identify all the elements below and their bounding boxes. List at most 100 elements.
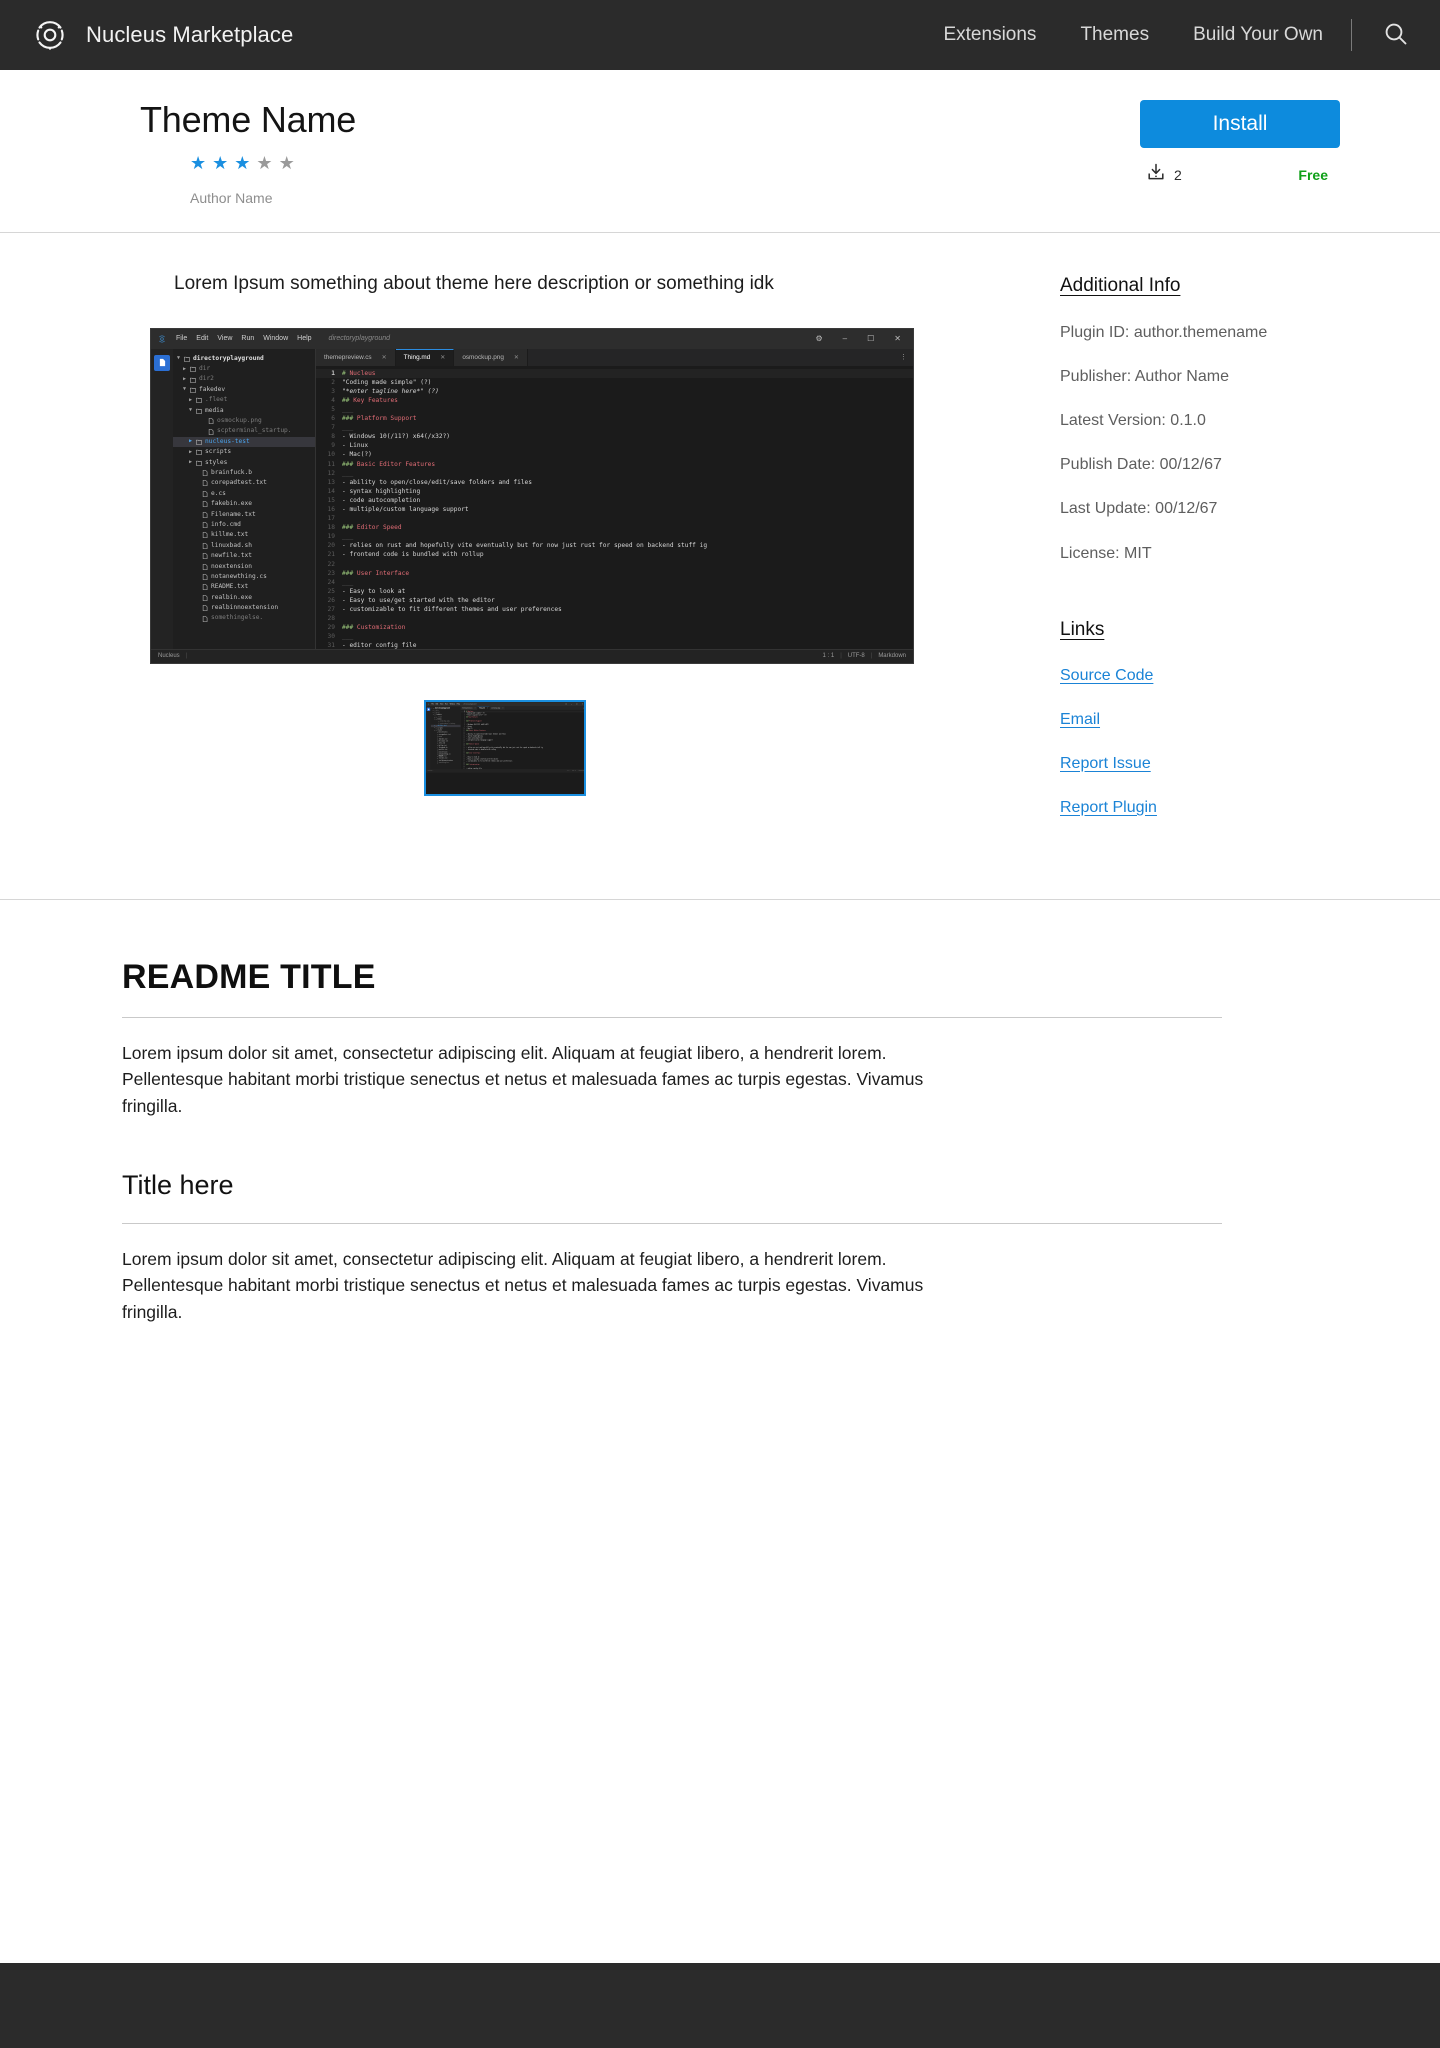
file-tree-item[interactable]: README.txt xyxy=(173,582,315,592)
tab-close-icon[interactable]: ✕ xyxy=(514,354,519,361)
install-meta-row: 2 Free xyxy=(1140,162,1332,187)
editor-menu-window[interactable]: Window xyxy=(263,335,288,342)
file-tree-item[interactable]: ▶ styles xyxy=(173,458,315,468)
file-tree-item[interactable]: fakebin.exe xyxy=(173,499,315,509)
settings-gear-icon[interactable]: ⚙ xyxy=(816,334,823,343)
code-line-number: 14 xyxy=(327,487,335,495)
link-report-issue[interactable]: Report Issue xyxy=(1060,755,1151,773)
file-tree-item[interactable]: ▶ dir2 xyxy=(173,374,315,384)
code-line-number: 28 xyxy=(327,615,335,623)
code-line-text: - editor config file xyxy=(466,767,482,769)
search-button[interactable] xyxy=(1380,19,1412,51)
editor-menu-help[interactable]: Help xyxy=(297,335,311,342)
file-tree-item-label: notanewthing.cs xyxy=(211,572,267,580)
file-tree-item[interactable]: notanewthing.cs xyxy=(173,572,315,582)
minimize-icon[interactable]: – xyxy=(843,334,847,343)
file-tree-item[interactable]: somethingelse. xyxy=(173,613,315,623)
file-tree-item[interactable]: ▶ nucleus-test xyxy=(173,436,315,448)
editor-file-tree[interactable]: ▼ directoryplayground ▶ dir ▶ dir2 ▼ fakedev ▶ .f… xyxy=(173,348,316,649)
maximize-icon[interactable]: ☐ xyxy=(867,334,874,343)
file-tree-item: realbin.exe xyxy=(431,757,461,759)
file-tree-item[interactable]: scpterminal_startup. xyxy=(173,426,315,436)
nav-link-themes[interactable]: Themes xyxy=(1080,24,1149,46)
file-tree-item[interactable]: killme.txt xyxy=(173,530,315,540)
file-tree-item[interactable]: realbin.exe xyxy=(173,593,315,603)
editor-menu-file[interactable]: File xyxy=(176,335,187,342)
file-icon xyxy=(437,751,439,753)
install-button[interactable]: Install xyxy=(1140,100,1340,148)
file-tree-item[interactable]: corepadtest.txt xyxy=(173,478,315,488)
overflow-menu-icon: ⋮ xyxy=(581,705,585,710)
chevron-down-icon[interactable]: ▼ xyxy=(177,356,181,361)
editor-tab[interactable]: osmockup.png ✕ xyxy=(454,348,528,366)
code-line-number: 24 xyxy=(327,578,335,586)
editor-tab[interactable]: themepreview.cs ✕ xyxy=(316,348,396,366)
code-line-number: 27 xyxy=(327,606,335,614)
editor-code-area[interactable]: 1 # Nucleus 2 "Coding made simple" (?) 3 "*en… xyxy=(316,365,913,649)
chevron-down-icon[interactable]: ▼ xyxy=(189,408,193,413)
chevron-right-icon[interactable]: ▶ xyxy=(189,449,193,455)
file-tree-item[interactable]: ▶ scripts xyxy=(173,447,315,457)
file-tree-item[interactable]: Filename.txt xyxy=(173,509,315,519)
code-line: 20 - relies on rust and hopefully vite ev… xyxy=(316,541,913,550)
brand-home-link[interactable]: Nucleus Marketplace xyxy=(30,15,293,55)
code-line: 8- Windows 10(/11?) x64(/x32?) xyxy=(461,724,584,726)
file-tree-item[interactable]: newfile.txt xyxy=(173,551,315,561)
file-tree-item-label: fakedev xyxy=(199,385,226,393)
file-tree-item[interactable]: ▶ dir xyxy=(173,364,315,374)
code-line-text: - Easy to look at xyxy=(342,587,406,595)
file-tree-item[interactable]: ▼ media xyxy=(173,406,315,416)
tab-close-icon[interactable]: ✕ xyxy=(440,354,445,361)
file-tree-item[interactable]: ▼ fakedev xyxy=(173,385,315,395)
code-line-text: "Coding made simple" (?) xyxy=(342,378,432,386)
file-tree-item[interactable]: osmockup.png xyxy=(173,416,315,426)
code-line-number: 17 xyxy=(463,740,465,743)
editor-tab[interactable]: Thing.md ✕ xyxy=(395,348,455,366)
editor-menu-run[interactable]: Run xyxy=(241,335,254,342)
file-tree-item[interactable]: noextension xyxy=(173,561,315,571)
thumbnail-editor-preview: File Edit View Run Window Help directory… xyxy=(426,701,585,772)
file-tree-item[interactable]: info.cmd xyxy=(173,520,315,530)
file-tree-item-label: realbinnoextension xyxy=(211,604,279,612)
search-icon xyxy=(1383,21,1409,50)
folder-icon xyxy=(435,725,437,727)
code-line: 16- multiple/custom language support xyxy=(461,739,584,741)
primary-nav: Extensions Themes Build Your Own xyxy=(943,19,1412,51)
file-tree-item-label: realbin.exe xyxy=(211,593,252,601)
code-line-number: 24 xyxy=(463,754,465,756)
chevron-down-icon: ▼ xyxy=(431,707,433,709)
explorer-icon[interactable] xyxy=(154,354,170,371)
file-tree-item[interactable]: linuxbad.sh xyxy=(173,541,315,551)
tab-close-icon[interactable]: ✕ xyxy=(382,354,387,361)
code-line: 11 ### Basic Editor Features xyxy=(316,460,913,469)
chevron-right-icon[interactable]: ▶ xyxy=(189,460,193,465)
chevron-right-icon[interactable]: ▶ xyxy=(189,397,193,403)
link-report-plugin[interactable]: Report Plugin xyxy=(1060,799,1157,817)
screenshot-thumbnail-1[interactable]: File Edit View Run Window Help directory… xyxy=(424,699,586,796)
link-source-code[interactable]: Source Code xyxy=(1060,667,1153,685)
nav-link-build-your-own[interactable]: Build Your Own xyxy=(1193,24,1323,46)
code-line-text: ___ xyxy=(342,533,354,541)
file-tree-item[interactable]: brainfuck.b xyxy=(173,468,315,478)
file-tree-item[interactable]: e.cs xyxy=(173,489,315,499)
chevron-right-icon[interactable]: ▶ xyxy=(189,439,193,444)
file-tree-item-label: somethingelse. xyxy=(211,614,264,622)
editor-menu-edit[interactable]: Edit xyxy=(196,335,208,342)
chevron-right-icon: ▶ xyxy=(434,726,435,729)
file-tree-item[interactable]: ▶ .fleet xyxy=(173,395,315,405)
code-line-number: 2 xyxy=(463,712,465,714)
nav-link-extensions[interactable]: Extensions xyxy=(943,24,1036,46)
file-tree-item[interactable]: realbinnoextension xyxy=(173,603,315,613)
editor-menu-view[interactable]: View xyxy=(217,335,232,342)
chevron-right-icon[interactable]: ▶ xyxy=(183,377,187,382)
file-tree-item[interactable]: ▼ directoryplayground xyxy=(173,354,315,364)
link-email[interactable]: Email xyxy=(1060,711,1100,729)
chevron-right-icon[interactable]: ▶ xyxy=(183,366,187,372)
file-tree-item-label: dir xyxy=(436,709,439,711)
chevron-down-icon[interactable]: ▼ xyxy=(183,387,187,392)
file-tree-item-label: realbinnoextension xyxy=(438,759,453,761)
editor-screenshot[interactable]: File Edit View Run Window Help directory… xyxy=(150,327,914,664)
overflow-menu-icon[interactable]: ⋮ xyxy=(894,348,913,366)
page-title: Theme Name xyxy=(140,99,357,140)
close-icon[interactable]: ✕ xyxy=(894,334,901,343)
